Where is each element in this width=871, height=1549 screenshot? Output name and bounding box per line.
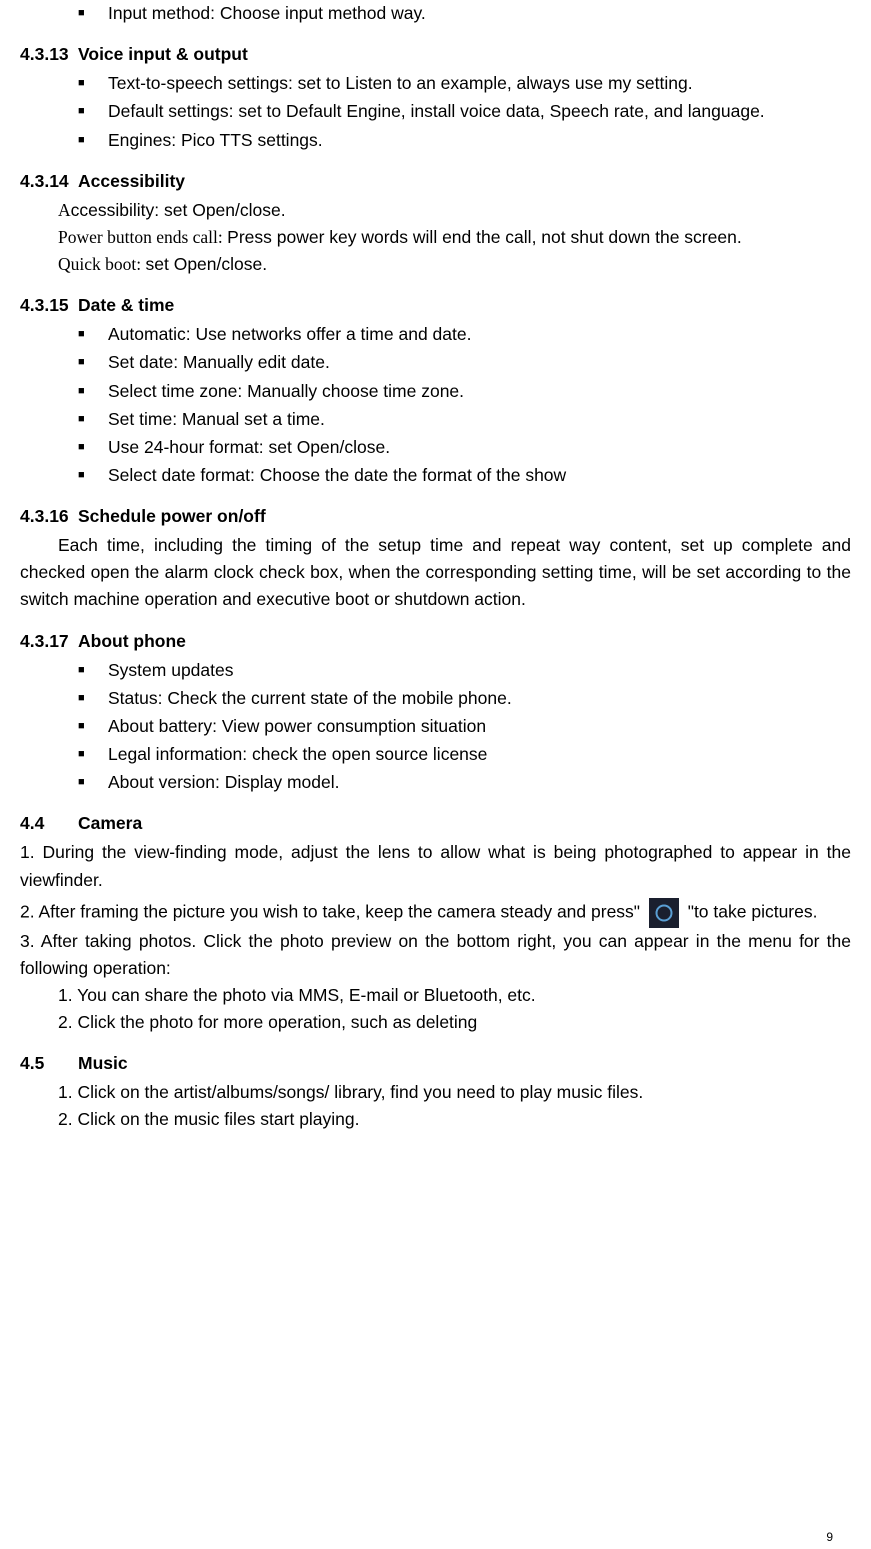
list-text: Automatic: Use networks offer a time and…	[108, 324, 471, 344]
list-text: Select date format: Choose the date the …	[108, 465, 566, 485]
list-text: About battery: View power consumption si…	[108, 716, 486, 736]
list-text: Legal information: check the open source…	[108, 744, 487, 764]
rest-text: ccessibility: set Open/close.	[71, 200, 286, 220]
list-text: System updates	[108, 660, 233, 680]
heading-num: 4.4	[20, 810, 78, 837]
list-item: Select date format: Choose the date the …	[78, 462, 851, 489]
camera-p3: 3. After taking photos. Click the photo …	[20, 928, 851, 982]
heading-44: 4.4Camera	[20, 810, 851, 837]
camera-p2: 2. After framing the picture you wish to…	[20, 898, 851, 928]
heading-title: Music	[78, 1053, 128, 1073]
page-number: 9	[826, 1528, 833, 1547]
list-item: Legal information: check the open source…	[78, 741, 851, 768]
input-method-list: Input method: Choose input method way.	[20, 0, 851, 27]
serif-text: A	[58, 200, 71, 220]
rest-text: Press power key words will end the call,…	[227, 227, 742, 247]
heading-4315: 4.3.15Date & time	[20, 292, 851, 319]
heading-4313: 4.3.13Voice input & output	[20, 41, 851, 68]
camera-sub1: 1. You can share the photo via MMS, E-ma…	[20, 982, 851, 1009]
list-item: Engines: Pico TTS settings.	[78, 127, 851, 154]
list-text: Select time zone: Manually choose time z…	[108, 381, 464, 401]
body-4316: Each time, including the timing of the s…	[20, 532, 851, 613]
list-text: Status: Check the current state of the m…	[108, 688, 512, 708]
camera-p1: 1. During the view-finding mode, adjust …	[20, 839, 851, 893]
list-text: Text-to-speech settings: set to Listen t…	[108, 73, 693, 93]
heading-title: Schedule power on/off	[78, 506, 266, 526]
camera-p2b: "to take pictures.	[683, 901, 818, 921]
heading-4317: 4.3.17About phone	[20, 628, 851, 655]
list-4315: Automatic: Use networks offer a time and…	[20, 321, 851, 489]
list-text: Set time: Manual set a time.	[108, 409, 325, 429]
list-item: Select time zone: Manually choose time z…	[78, 378, 851, 405]
list-text: Engines: Pico TTS settings.	[108, 130, 323, 150]
list-item: Use 24-hour format: set Open/close.	[78, 434, 851, 461]
heading-4316: 4.3.16Schedule power on/off	[20, 503, 851, 530]
heading-45: 4.5Music	[20, 1050, 851, 1077]
heading-num: 4.3.14	[20, 168, 78, 195]
heading-title: Accessibility	[78, 171, 185, 191]
rest-text: set Open/close.	[146, 254, 268, 274]
heading-title: About phone	[78, 631, 186, 651]
heading-num: 4.3.13	[20, 41, 78, 68]
heading-title: Date & time	[78, 295, 174, 315]
list-item: About battery: View power consumption si…	[78, 713, 851, 740]
heading-title: Camera	[78, 813, 142, 833]
camera-p2a: 2. After framing the picture you wish to…	[20, 901, 645, 921]
list-4313: Text-to-speech settings: set to Listen t…	[20, 70, 851, 153]
music-item-2: 2. Click on the music files start playin…	[20, 1106, 851, 1133]
list-text: About version: Display model.	[108, 772, 340, 792]
list-text: Input method: Choose input method way.	[108, 3, 426, 23]
list-text: Default settings: set to Default Engine,…	[108, 101, 765, 121]
list-item: Input method: Choose input method way.	[78, 0, 851, 27]
list-item: Set date: Manually edit date.	[78, 349, 851, 376]
heading-num: 4.3.15	[20, 292, 78, 319]
list-4317: System updates Status: Check the current…	[20, 657, 851, 797]
list-item: Set time: Manual set a time.	[78, 406, 851, 433]
line-quick-boot: Quick boot: set Open/close.	[20, 251, 851, 278]
music-item-1: 1. Click on the artist/albums/songs/ lib…	[20, 1079, 851, 1106]
heading-num: 4.5	[20, 1050, 78, 1077]
list-item: System updates	[78, 657, 851, 684]
list-text: Use 24-hour format: set Open/close.	[108, 437, 390, 457]
heading-4314: 4.3.14Accessibility	[20, 168, 851, 195]
line-accessibility: Accessibility: set Open/close.	[20, 197, 851, 224]
list-item: Automatic: Use networks offer a time and…	[78, 321, 851, 348]
list-item: Status: Check the current state of the m…	[78, 685, 851, 712]
list-item: About version: Display model.	[78, 769, 851, 796]
heading-num: 4.3.17	[20, 628, 78, 655]
camera-shutter-icon	[649, 898, 679, 928]
serif-text: Power button ends call:	[58, 227, 227, 247]
heading-num: 4.3.16	[20, 503, 78, 530]
camera-sub2: 2. Click the photo for more operation, s…	[20, 1009, 851, 1036]
list-item: Default settings: set to Default Engine,…	[78, 98, 851, 125]
line-power-button: Power button ends call: Press power key …	[20, 224, 851, 251]
list-text: Set date: Manually edit date.	[108, 352, 330, 372]
serif-text: Quick boot:	[58, 254, 146, 274]
list-item: Text-to-speech settings: set to Listen t…	[78, 70, 851, 97]
heading-title: Voice input & output	[78, 44, 248, 64]
